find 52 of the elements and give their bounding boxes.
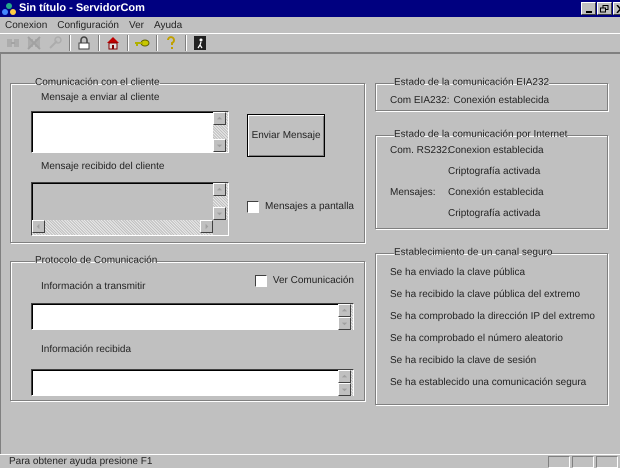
group-title: Estado de la comunicación EIA232 [394,77,550,89]
field-label: Mensaje a enviar al cliente [41,91,160,105]
step-text: Se ha comprobado la dirección IP del extremo [390,311,596,323]
status-label: Com. RS232: [390,145,450,156]
status-pane [548,456,570,468]
minimize-button[interactable] [581,2,596,15]
status-value: Criptografía activada [448,165,540,179]
group-title: Protocolo de Comunicación [35,255,158,267]
status-label: Com EIA232: [390,94,450,108]
minimize-icon [586,10,592,12]
padlock-icon [76,35,92,51]
restore-icon [600,4,609,12]
send-message-button[interactable]: Enviar Mensaje [247,114,326,157]
text-field[interactable] [31,303,354,330]
window-title: Sin título - ServidorCom [19,1,145,16]
status-value: Conexion establecida [448,144,544,158]
step-text: Se ha recibido la clave de sesión [390,355,538,367]
checkbox-label[interactable]: Ver Comunicación [272,273,354,288]
status-value: Criptografía activada [448,207,540,221]
text-field[interactable] [31,369,354,396]
menu-item[interactable]: Configuración [57,18,119,32]
status-pane [596,456,618,468]
text-field[interactable] [31,111,230,153]
group-title: Establecimiento de un canal seguro [394,247,552,259]
step-text: Se ha comprobado el número aleatorio [390,333,564,345]
status-pane [572,456,594,468]
vertical-scrollbar[interactable] [338,370,353,396]
field-label: Mensaje recibido del cliente [41,160,166,174]
status-value: Conexión establecida [453,94,550,108]
checkbox[interactable] [247,200,260,212]
restore-button[interactable] [597,2,612,15]
crossed-plugs-icon [26,35,42,51]
step-text: Se ha enviado la clave pública [390,267,526,279]
network-icon [2,2,16,16]
vertical-scrollbar[interactable] [338,304,353,330]
status-label: Mensajes: [390,187,436,198]
status-text: Para obtener ayuda presione F1 [8,455,154,468]
field-label: Información recibida [41,343,132,357]
menu-item[interactable]: Ayuda [154,18,182,32]
step-text: Se ha establecido una comunicación segura [390,377,588,389]
exit-icon [192,35,208,51]
group-title: Comunicación con el cliente [35,77,160,89]
checkbox-label[interactable]: Mensajes a pantalla [265,199,354,214]
checkbox[interactable] [254,274,267,286]
house-icon [105,35,121,51]
field-label: Información a transmitir [41,280,146,294]
group-title: Estado de la comunicación por Internet [394,129,568,141]
status-value: Conexión establecida [448,186,544,200]
menu-item[interactable]: Conexion [5,18,48,32]
vertical-scrollbar[interactable] [213,112,228,152]
menu-item[interactable]: Ver [128,18,144,32]
step-text: Se ha recibido la clave pública del extremo [390,289,582,301]
